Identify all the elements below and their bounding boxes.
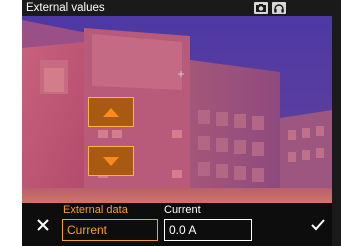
arrow-up-icon xyxy=(103,107,119,117)
confirm-button[interactable] xyxy=(310,218,326,232)
arrow-down-icon xyxy=(103,156,119,166)
side-panel xyxy=(332,0,341,246)
camera-icon[interactable] xyxy=(254,2,268,14)
increase-button[interactable] xyxy=(88,97,134,127)
title-bar: External values xyxy=(22,0,332,16)
bottom-bar: External data Current Current 0.0 A xyxy=(22,203,332,246)
close-icon xyxy=(37,219,49,231)
checkmark-icon xyxy=(311,219,325,231)
external-data-label: External data xyxy=(63,204,128,216)
cancel-button[interactable] xyxy=(36,218,50,232)
decrease-button[interactable] xyxy=(88,146,134,176)
thermal-camera-screen: External values External data Current Cu… xyxy=(0,0,341,246)
thermal-image xyxy=(22,0,332,203)
screen-title: External values xyxy=(26,2,105,14)
current-label: Current xyxy=(164,204,201,216)
current-value-field[interactable]: 0.0 A xyxy=(164,219,252,241)
external-data-select[interactable]: Current xyxy=(62,219,158,241)
headset-icon[interactable] xyxy=(272,2,286,14)
